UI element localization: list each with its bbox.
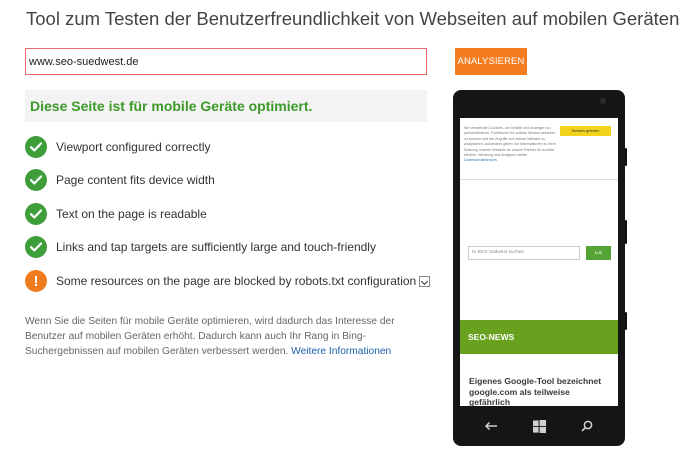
footnote: Wenn Sie die Seiten für mobile Geräte op… [25,314,430,359]
phone-power-button [625,220,627,244]
cookie-banner: Wir verwenden Cookies, um Inhalte und An… [460,118,618,180]
expand-details-icon[interactable] [419,275,431,287]
result-headline: Diese Seite ist für mobile Geräte optimi… [25,90,427,122]
page-title-text: Tool zum Testen der Benutzerfreundlichke… [26,8,680,29]
url-input[interactable] [25,48,427,75]
warning-icon: ! [25,270,47,292]
windows-logo-icon [529,418,549,434]
phone-camera-button [625,312,627,330]
search-icon [577,418,597,434]
check-text: Viewport configured correctly [56,140,211,154]
phone-nav-bar [453,406,625,446]
check-icon [25,169,47,191]
news-title[interactable]: Eigenes Google-Tool bezeichnet google.co… [469,376,609,406]
cookie-message: Wir verwenden Cookies, um Inhalte und An… [464,126,557,158]
back-arrow-icon [481,418,501,434]
phone-camera-icon [600,98,606,104]
preview-search-input[interactable]: In SEO Südwest suchen [468,246,580,260]
phone-volume-button [625,148,627,166]
check-icon [25,136,47,158]
phone-screen: Wir verwenden Cookies, um Inhalte und An… [460,118,618,406]
cookie-accept-button[interactable]: Hinweis gelesen [560,126,611,136]
check-item-viewport: Viewport configured correctly [25,135,211,159]
check-text: Some resources on the page are blocked b… [56,274,417,288]
more-info-link[interactable]: Weitere Informationen [291,346,391,357]
preview-search-button[interactable]: Los [586,246,611,260]
analyze-button[interactable]: ANALYSIEREN [455,48,527,75]
news-header: SEO-NEWS [460,320,618,354]
page-title: Tool zum Testen der Benutzerfreundlichke… [26,8,680,30]
phone-preview: Wir verwenden Cookies, um Inhalte und An… [453,90,627,446]
check-text: Page content fits device width [56,173,215,187]
check-icon [25,203,47,225]
check-item-blocked-resources: ! Some resources on the page are blocked… [25,269,431,293]
cookie-text: Wir verwenden Cookies, um Inhalte und An… [464,126,559,164]
check-icon [25,236,47,258]
check-text: Links and tap targets are sufficiently l… [56,240,376,254]
check-item-content-width: Page content fits device width [25,168,215,192]
check-item-tap-targets: Links and tap targets are sufficiently l… [25,235,376,259]
check-item-readable: Text on the page is readable [25,202,207,226]
cookie-link[interactable]: Datenschutzhinweis [464,158,497,162]
check-text: Text on the page is readable [56,207,207,221]
